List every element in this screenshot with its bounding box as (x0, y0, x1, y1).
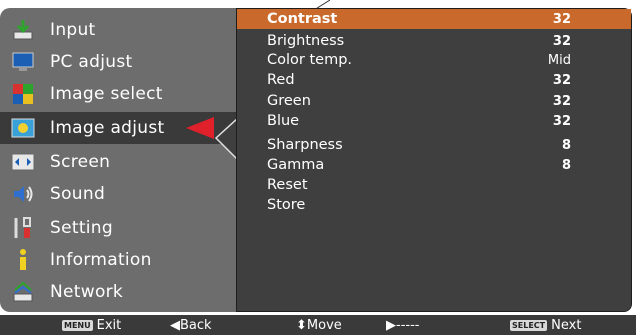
wrench-icon (10, 215, 36, 241)
back-hint[interactable]: ◀Back (170, 318, 212, 333)
image-adjust-submenu: Contrast 32 Brightness 32 Color temp. Mi… (236, 8, 632, 312)
menu-item-setting[interactable]: Setting (0, 212, 236, 244)
setting-name: Red (267, 72, 295, 88)
image-adjust-icon (10, 115, 36, 141)
setting-name: Reset (267, 177, 308, 193)
menu-item-label: Network (50, 282, 124, 302)
setting-row-brightness[interactable]: Brightness 32 (237, 31, 631, 51)
menu-item-sound[interactable]: Sound (0, 178, 236, 210)
menu-item-label: Screen (50, 152, 111, 172)
screen-icon (10, 149, 36, 175)
active-indicator-arrow (186, 117, 214, 139)
setting-name: Store (267, 197, 306, 213)
setting-row-contrast[interactable]: Contrast 32 (237, 9, 631, 29)
setting-value: 32 (552, 11, 571, 27)
menu-item-image-select[interactable]: Image select (0, 78, 236, 110)
setting-name: Blue (267, 113, 300, 129)
menu-item-label: PC adjust (50, 52, 133, 72)
setting-value: 8 (561, 157, 571, 173)
setting-value: 32 (552, 113, 571, 129)
exit-hint[interactable]: MENU Exit (62, 318, 121, 333)
menu-item-label: Input (50, 20, 96, 40)
setting-row-reset[interactable]: Reset (237, 175, 631, 195)
setting-row-green[interactable]: Green 32 (237, 91, 631, 111)
setting-value: 32 (552, 72, 571, 88)
next-label: Next (551, 317, 582, 333)
exit-label: Exit (96, 317, 122, 333)
setting-name: Color temp. (267, 52, 353, 68)
setting-row-color-temp[interactable]: Color temp. Mid (237, 50, 631, 70)
info-icon (10, 247, 36, 273)
setting-name: Brightness (267, 33, 345, 49)
monitor-icon (10, 49, 36, 75)
footer-hint-bar: MENU Exit ◀Back ⬍Move ▶----- SELECT Next (0, 315, 636, 335)
setting-row-store[interactable]: Store (237, 195, 631, 215)
image-select-icon (10, 81, 36, 107)
menu-item-pc-adjust[interactable]: PC adjust (0, 46, 236, 78)
setting-value: Mid (547, 52, 571, 68)
next-hint[interactable]: SELECT Next (510, 318, 581, 333)
menu-item-information[interactable]: Information (0, 244, 236, 276)
speaker-icon (10, 181, 36, 207)
submenu-connector (214, 118, 238, 160)
setting-name: Contrast (267, 11, 338, 27)
main-menu-panel: Input PC adjust Image select Image adjus… (0, 8, 236, 312)
move-hint[interactable]: ⬍Move (296, 318, 342, 333)
setting-row-sharpness[interactable]: Sharpness 8 (237, 135, 631, 155)
setting-row-blue[interactable]: Blue 32 (237, 111, 631, 131)
menu-item-screen[interactable]: Screen (0, 146, 236, 178)
menu-item-label: Setting (50, 218, 113, 238)
setting-value: 32 (552, 93, 571, 109)
setting-value: 32 (552, 33, 571, 49)
menu-item-label: Image adjust (50, 118, 165, 138)
menu-item-label: Image select (50, 84, 163, 104)
setting-name: Sharpness (267, 137, 343, 153)
setting-name: Gamma (267, 157, 325, 173)
menu-item-label: Sound (50, 184, 106, 204)
setting-row-red[interactable]: Red 32 (237, 70, 631, 90)
menu-key-badge: MENU (62, 319, 93, 331)
setting-value: 8 (561, 137, 571, 153)
setting-row-gamma[interactable]: Gamma 8 (237, 155, 631, 175)
menu-item-label: Information (50, 250, 152, 270)
input-icon (10, 17, 36, 43)
network-icon (10, 279, 36, 305)
menu-item-network[interactable]: Network (0, 276, 236, 308)
menu-item-input[interactable]: Input (0, 14, 236, 46)
forward-hint[interactable]: ▶----- (386, 318, 419, 333)
select-key-badge: SELECT (510, 319, 548, 331)
setting-name: Green (267, 93, 311, 109)
